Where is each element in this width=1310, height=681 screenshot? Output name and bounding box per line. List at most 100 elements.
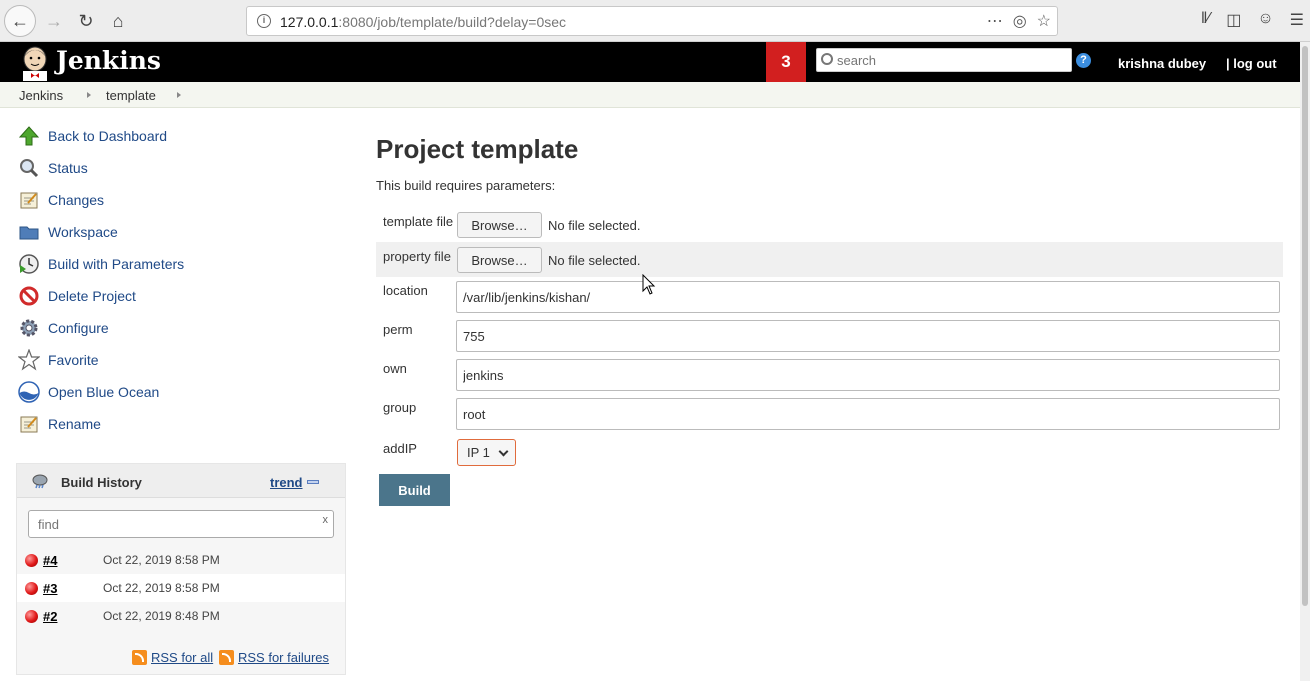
breadcrumb-arrow-icon[interactable] [177,92,181,98]
user-link[interactable]: krishna dubey [1118,56,1206,71]
build-date[interactable]: Oct 22, 2019 8:58 PM [103,553,220,567]
find-input[interactable] [38,517,308,532]
build-button[interactable]: Build [379,474,450,506]
browse-button[interactable]: Browse… [457,212,542,238]
jenkins-butler-logo-icon[interactable] [18,45,52,81]
param-label: perm [383,322,413,337]
home-icon[interactable]: ⌂ [102,5,134,37]
up-arrow-icon [18,125,40,147]
param-template-file: template file Browse… No file selected. [376,212,1283,242]
notification-badge[interactable]: 3 [766,42,806,82]
clear-find-icon[interactable]: x [323,514,329,526]
url-text: 127.0.0.1:8080/job/template/build?delay=… [280,14,567,30]
logout-link[interactable]: | log out [1226,56,1277,71]
location-input[interactable] [456,281,1280,313]
search-box[interactable] [816,48,1072,72]
collapse-icon[interactable] [307,480,319,484]
rss-all-link[interactable]: RSS for all [151,650,213,665]
search-icon [821,53,833,65]
clock-play-icon [18,253,40,275]
task-label[interactable]: Favorite [48,352,99,368]
forward-arrow-icon[interactable]: → [38,5,70,37]
task-build-with-parameters[interactable]: Build with Parameters [18,252,184,276]
page-scrollbar[interactable] [1300,42,1310,681]
browser-toolbar: ← → ↻ ⌂ i 127.0.0.1:8080/job/template/bu… [0,0,1310,42]
build-number-link[interactable]: #3 [43,581,57,596]
library-icon[interactable]: ‖⁄ [1201,10,1210,30]
param-label: own [383,361,407,376]
task-label[interactable]: Status [48,160,88,176]
reload-icon[interactable]: ↻ [70,5,102,37]
task-back-to-dashboard[interactable]: Back to Dashboard [18,124,167,148]
param-own: own [376,359,1283,392]
task-configure[interactable]: Configure [18,316,109,340]
task-open-blue-ocean[interactable]: Open Blue Ocean [18,380,159,404]
notepad-icon [18,413,40,435]
hamburger-menu-icon[interactable]: ☰ [1290,10,1304,30]
scrollbar-thumb[interactable] [1302,46,1308,606]
task-status[interactable]: Status [18,156,88,180]
build-row: #4 Oct 22, 2019 8:58 PM [17,546,345,574]
rss-failures-link[interactable]: RSS for failures [238,650,329,665]
mouse-cursor-icon [642,274,656,295]
jenkins-wordmark[interactable]: Jenkins [56,46,161,75]
param-label: location [383,283,428,298]
pocket-icon[interactable]: ◎ [1013,11,1027,31]
task-delete-project[interactable]: Delete Project [18,284,136,308]
build-number-link[interactable]: #4 [43,553,57,568]
failed-status-ball-icon[interactable] [25,610,38,623]
task-rename[interactable]: Rename [18,412,101,436]
breadcrumb-arrow-icon[interactable] [87,92,91,98]
breadcrumb-template[interactable]: template [106,88,156,103]
rss-icon [219,650,234,665]
failed-status-ball-icon[interactable] [25,582,38,595]
task-workspace[interactable]: Workspace [18,220,118,244]
rss-all[interactable]: RSS for all [132,650,213,665]
gear-icon [18,317,40,339]
address-bar[interactable]: i 127.0.0.1:8080/job/template/build?dela… [246,6,1058,36]
find-box[interactable]: x [28,510,334,538]
build-date[interactable]: Oct 22, 2019 8:48 PM [103,609,220,623]
param-location: location [376,281,1283,314]
breadcrumb: Jenkins template [0,82,1300,108]
task-label[interactable]: Workspace [48,224,118,240]
group-input[interactable] [456,398,1280,430]
account-icon[interactable]: ☺ [1257,10,1273,30]
task-label[interactable]: Back to Dashboard [48,128,167,144]
chevron-down-icon [498,446,509,457]
param-group: group [376,398,1283,431]
bookmark-star-icon[interactable]: ☆ [1037,11,1051,31]
task-label[interactable]: Open Blue Ocean [48,384,159,400]
perm-input[interactable] [456,320,1280,352]
rss-failures[interactable]: RSS for failures [219,650,329,665]
build-row: #2 Oct 22, 2019 8:48 PM [17,602,345,630]
back-arrow-icon[interactable]: ← [4,5,36,37]
info-icon[interactable]: i [257,14,271,28]
task-label[interactable]: Delete Project [48,288,136,304]
breadcrumb-jenkins[interactable]: Jenkins [19,88,63,103]
trend-link[interactable]: trend [270,475,303,490]
task-label[interactable]: Configure [48,320,109,336]
page-title: Project template [376,134,579,164]
build-number-link[interactable]: #2 [43,609,57,624]
build-history-title: Build History [61,475,142,490]
param-label: property file [383,249,451,264]
rss-icon [132,650,147,665]
more-actions-icon[interactable]: ⋯ [987,11,1003,31]
blue-ocean-icon [18,381,40,403]
task-changes[interactable]: Changes [18,188,104,212]
task-favorite[interactable]: Favorite [18,348,99,372]
own-input[interactable] [456,359,1280,391]
addip-select[interactable]: IP 1 [457,439,516,466]
task-label[interactable]: Build with Parameters [48,256,184,272]
build-history-header: Build History trend [17,464,345,498]
build-history-panel: Build History trend x #4 Oct 22, 2019 8:… [16,463,346,675]
search-input[interactable] [837,51,1067,69]
help-icon[interactable]: ? [1076,53,1091,68]
browse-button[interactable]: Browse… [457,247,542,273]
failed-status-ball-icon[interactable] [25,554,38,567]
build-date[interactable]: Oct 22, 2019 8:58 PM [103,581,220,595]
task-label[interactable]: Rename [48,416,101,432]
sidebar-toggle-icon[interactable]: ◫ [1226,10,1241,30]
task-label[interactable]: Changes [48,192,104,208]
